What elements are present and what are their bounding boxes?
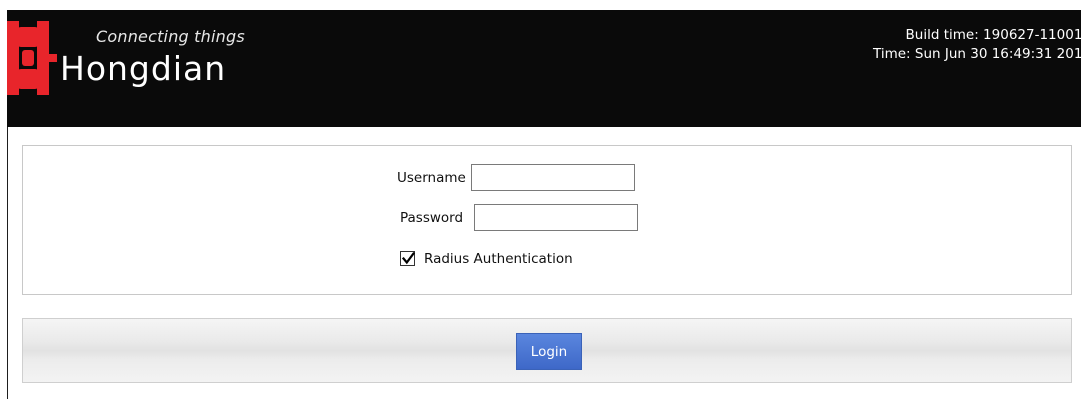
brand-tagline: Connecting things [96,27,245,46]
radius-row: Radius Authentication [400,245,573,272]
left-border-line [7,127,8,399]
header-bar: Connecting things Hongdian Build time: 1… [7,10,1081,127]
login-button[interactable]: Login [516,333,582,370]
login-page: Connecting things Hongdian Build time: 1… [0,0,1081,399]
button-bar: Login [22,318,1072,383]
brand-name: Hongdian [60,49,227,88]
password-row: Password [400,204,639,231]
login-form-panel: Username Password Radius Authentication [22,145,1072,295]
password-label: Password [400,209,464,226]
build-time-text: Build time: 190627-110014 [905,27,1081,43]
checkmark-icon [401,251,416,265]
username-label: Username [397,169,466,186]
radius-authentication-checkbox[interactable] [400,251,416,266]
hongdian-logo-icon [7,21,57,95]
current-time-text: Time: Sun Jun 30 16:49:31 2019 [873,46,1081,62]
header-info: Build time: 190627-110014 Time: Sun Jun … [873,26,1081,64]
username-input[interactable] [470,164,635,191]
username-row: Username [397,164,635,191]
password-input[interactable] [474,204,639,231]
radius-authentication-label[interactable]: Radius Authentication [424,251,573,267]
